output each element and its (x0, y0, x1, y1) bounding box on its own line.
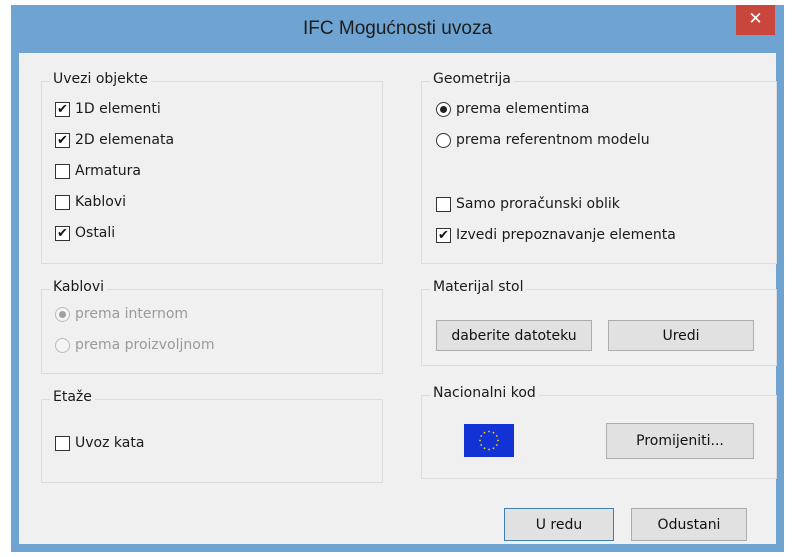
checkbox-label: Izvedi prepoznavanje elementa (456, 227, 676, 243)
eu-flag-stars (479, 430, 499, 451)
checkbox-ostali[interactable]: ✔ Ostali (55, 221, 115, 245)
checkbox-label: Samo proračunski oblik (456, 196, 620, 212)
radio-prema-proizvoljnom[interactable]: prema proizvoljnom (55, 333, 214, 357)
eu-star (497, 439, 499, 442)
radio-label: prema referentnom modelu (456, 132, 650, 148)
checkbox-izvedi-prepoznavanje[interactable]: ✔ Izvedi prepoznavanje elementa (436, 223, 676, 247)
cancel-button[interactable]: Odustani (631, 508, 747, 541)
checkbox-samo-proracunski-oblik[interactable]: Samo proračunski oblik (436, 192, 620, 216)
group-title-etaze: Etaže (50, 389, 95, 405)
group-title-materijal-stol: Materijal stol (430, 279, 527, 295)
eu-flag-icon (464, 424, 514, 457)
eu-star (480, 435, 483, 437)
radio-label: prema elementima (456, 101, 590, 117)
checkbox-label: Kablovi (75, 194, 127, 210)
radio-button[interactable] (55, 337, 70, 353)
group-geometrija: Geometrija prema elementima prema refere… (421, 71, 777, 264)
checkbox-box[interactable] (55, 435, 70, 451)
radio-prema-internom[interactable]: prema internom (55, 302, 188, 326)
group-etaze: Etaže Uvoz kata (41, 389, 383, 483)
checkbox-kablovi[interactable]: Kablovi (55, 190, 126, 214)
radio-label: prema internom (75, 306, 189, 322)
radio-button[interactable] (55, 306, 70, 322)
dialog-title: IFC Mogućnosti uvoza (302, 18, 493, 39)
group-materijal-stol: Materijal stol daberite datoteku Uredi (421, 279, 777, 366)
group-title-uvezi-objekte: Uvezi objekte (50, 71, 151, 87)
checkbox-box[interactable]: ✔ (436, 227, 451, 243)
dialog-body: Uvezi objekte ✔ 1D elementi ✔ 2D elemena… (19, 53, 777, 544)
checkbox-box[interactable]: ✔ (55, 225, 70, 241)
checkbox-label: 1D elementi (75, 101, 161, 117)
checkbox-box[interactable] (55, 163, 70, 179)
checkbox-armatura[interactable]: Armatura (55, 159, 141, 183)
checkbox-1d-elementi[interactable]: ✔ 1D elementi (55, 97, 161, 121)
checkbox-box[interactable]: ✔ (55, 101, 70, 117)
radio-prema-elementima[interactable]: prema elementima (436, 97, 589, 121)
checkbox-uvoz-kata[interactable]: Uvoz kata (55, 431, 144, 455)
group-title-nacionalni-kod: Nacionalni kod (430, 385, 539, 401)
dialog-window: IFC Mogućnosti uvoza ✕ Uvezi objekte ✔ 1… (11, 5, 784, 552)
eu-star (480, 444, 483, 446)
eu-star (483, 431, 486, 434)
eu-star (488, 448, 490, 451)
eu-star (495, 444, 498, 446)
group-title-geometrija: Geometrija (430, 71, 514, 87)
eu-star (492, 431, 495, 434)
eu-star (483, 447, 486, 450)
close-button[interactable]: ✕ (736, 5, 775, 35)
checkbox-box[interactable] (55, 194, 70, 210)
checkbox-label: 2D elemenata (75, 132, 175, 148)
ok-button[interactable]: U redu (504, 508, 614, 541)
checkbox-box[interactable] (436, 196, 451, 212)
change-national-code-button[interactable]: Promijeniti... (606, 423, 754, 459)
radio-prema-referentnom-modelu[interactable]: prema referentnom modelu (436, 128, 650, 152)
eu-star (492, 447, 495, 450)
eu-star (479, 439, 481, 442)
group-nacionalni-kod: Nacionalni kod Promijeniti... (421, 385, 777, 479)
title-bar[interactable]: IFC Mogućnosti uvoza ✕ (11, 5, 784, 53)
radio-button[interactable] (436, 101, 451, 117)
group-kablovi: Kablovi prema internom prema proizvoljno… (41, 279, 383, 374)
eu-star (495, 435, 498, 437)
checkbox-2d-elemenata[interactable]: ✔ 2D elemenata (55, 128, 174, 152)
checkbox-label: Armatura (75, 163, 142, 179)
checkbox-label: Uvoz kata (75, 435, 145, 451)
edit-button[interactable]: Uredi (608, 320, 754, 351)
checkbox-label: Ostali (75, 225, 116, 241)
eu-star (488, 430, 490, 433)
select-file-button[interactable]: daberite datoteku (436, 320, 592, 351)
checkbox-box[interactable]: ✔ (55, 132, 70, 148)
radio-button[interactable] (436, 132, 451, 148)
radio-label: prema proizvoljnom (75, 337, 215, 353)
close-icon: ✕ (748, 9, 763, 29)
group-title-kablovi: Kablovi (50, 279, 108, 295)
group-uvezi-objekte: Uvezi objekte ✔ 1D elementi ✔ 2D elemena… (41, 71, 383, 264)
